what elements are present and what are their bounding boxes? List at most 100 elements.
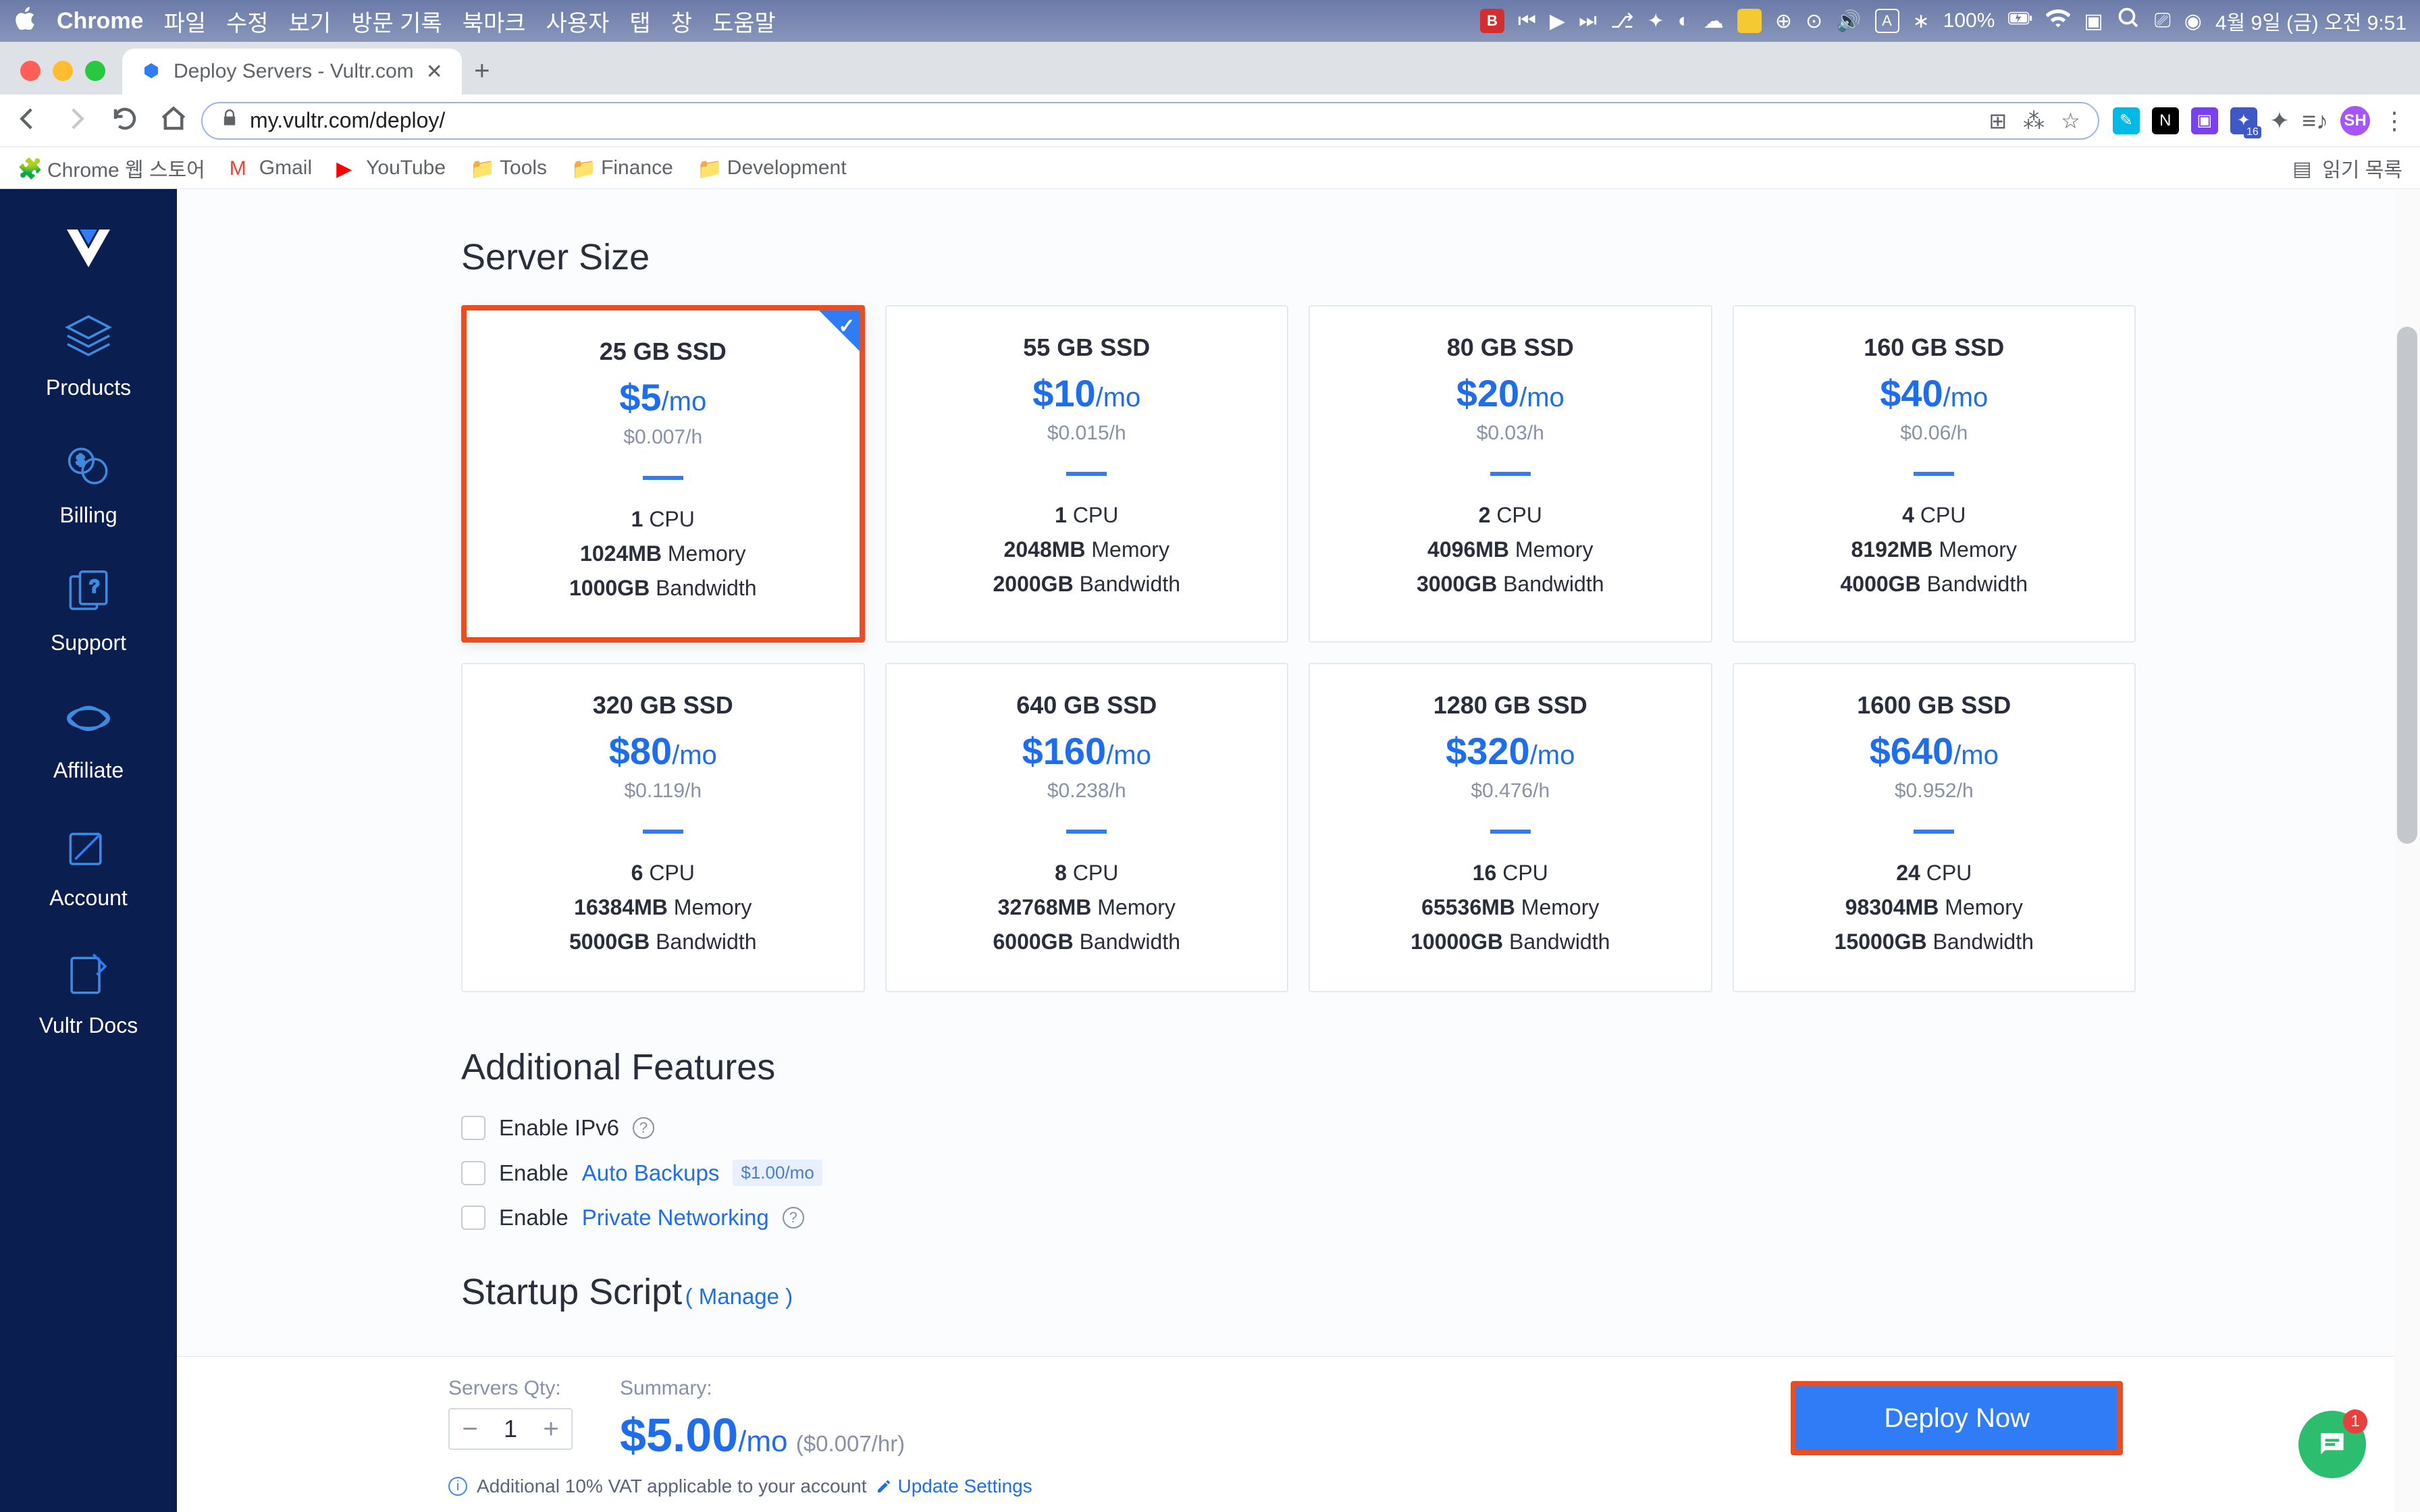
clock[interactable]: 4월 9일 (금) 오전 9:51	[2215, 6, 2406, 36]
qty-increment-button[interactable]: +	[531, 1415, 571, 1442]
vertical-scrollbar[interactable]	[2394, 189, 2420, 1512]
wifi-icon[interactable]	[2046, 6, 2070, 36]
bookmark-webstore[interactable]: 🧩Chrome 웹 스토어	[18, 153, 205, 183]
private-networking-link[interactable]: Private Networking	[582, 1205, 769, 1231]
qty-decrement-button[interactable]: −	[450, 1415, 490, 1442]
update-settings-link[interactable]: Update Settings	[876, 1476, 1032, 1497]
plan-card-1[interactable]: 55 GB SSD$10/mo$0.015/h1 CPU2048MB Memor…	[885, 305, 1289, 643]
status-icon-5[interactable]: ⊙	[1806, 9, 1822, 33]
lock-icon[interactable]	[220, 108, 239, 133]
volume-icon[interactable]: 🔊	[1836, 9, 1861, 33]
maximize-window-button[interactable]	[85, 61, 105, 81]
bookmark-star-icon[interactable]: ☆	[2061, 108, 2080, 134]
cloud-icon[interactable]: ☁	[1704, 9, 1724, 33]
address-bar[interactable]: my.vultr.com/deploy/ ⊞ ⁂ ☆	[201, 102, 2099, 140]
home-button[interactable]	[159, 105, 188, 136]
back-button[interactable]	[14, 105, 42, 136]
apple-icon[interactable]	[14, 7, 36, 36]
bluetooth-icon[interactable]: ∗	[1913, 9, 1930, 33]
plan-card-7[interactable]: 1600 GB SSD$640/mo$0.952/h24 CPU98304MB …	[1733, 663, 2136, 992]
menu-people[interactable]: 사용자	[546, 5, 610, 38]
docs-icon	[57, 948, 120, 1002]
new-tab-button[interactable]: +	[462, 56, 502, 94]
auto-backups-link[interactable]: Auto Backups	[582, 1160, 720, 1186]
battery-icon[interactable]	[2008, 6, 2032, 36]
sidebar-item-support[interactable]: ? Support	[51, 566, 126, 655]
sidebar-item-products[interactable]: Products	[46, 310, 131, 400]
play-icon[interactable]: ▶	[1550, 9, 1565, 33]
bookmark-folder-dev[interactable]: 📁Development	[698, 157, 847, 180]
status-icon-1[interactable]: ✦	[1648, 9, 1664, 33]
status-icon-4[interactable]: ⊕	[1775, 9, 1792, 33]
playlist-ext-icon[interactable]: ≡♪	[2302, 107, 2328, 135]
bookmark-folder-finance[interactable]: 📁Finance	[571, 157, 673, 180]
browser-tab-active[interactable]: Deploy Servers - Vultr.com ✕	[122, 49, 462, 94]
status-app-icon[interactable]: B	[1480, 9, 1504, 33]
plan-card-2[interactable]: 80 GB SSD$20/mo$0.03/h2 CPU4096MB Memory…	[1309, 305, 1712, 643]
sidebar-item-docs[interactable]: Vultr Docs	[39, 948, 138, 1038]
bookmark-gmail[interactable]: MGmail	[230, 157, 312, 180]
ext-icon-2[interactable]: N	[2152, 107, 2179, 134]
help-icon[interactable]: ?	[783, 1207, 804, 1228]
reload-button[interactable]	[111, 105, 139, 136]
plan-card-5[interactable]: 640 GB SSD$160/mo$0.238/h8 CPU32768MB Me…	[885, 663, 1289, 992]
close-tab-icon[interactable]: ✕	[426, 60, 443, 84]
chat-fab[interactable]: 1	[2298, 1411, 2366, 1478]
menu-edit[interactable]: 수정	[226, 5, 269, 38]
bookmark-youtube[interactable]: ▶YouTube	[336, 157, 446, 180]
status-icon-2[interactable]: ◐	[1678, 9, 1690, 32]
menu-file[interactable]: 파일	[163, 5, 206, 38]
next-track-icon[interactable]: ⏭	[1579, 9, 1597, 32]
menu-view[interactable]: 보기	[289, 5, 332, 38]
extensions-icon[interactable]: ✦	[2269, 107, 2290, 135]
ext-icon-4[interactable]: ✦16	[2230, 107, 2257, 134]
status-icon-3[interactable]	[1737, 9, 1762, 33]
playlist-icon[interactable]: ⎇	[1610, 9, 1634, 33]
ext-icon-3[interactable]: ▣	[2191, 107, 2218, 134]
search-icon[interactable]	[2117, 6, 2141, 36]
info-icon: i	[448, 1477, 467, 1496]
sidebar-item-account[interactable]: Account	[49, 821, 128, 911]
checkbox-backups[interactable]	[461, 1161, 485, 1185]
checkbox-ipv6[interactable]	[461, 1116, 485, 1140]
bookmark-folder-tools[interactable]: 📁Tools	[470, 157, 547, 180]
profile-avatar[interactable]: SH	[2340, 106, 2370, 136]
reading-list-button[interactable]: ▤읽기 목록	[2292, 153, 2402, 183]
divider	[1066, 472, 1107, 476]
chat-badge: 1	[2343, 1409, 2367, 1434]
minimize-window-button[interactable]	[53, 61, 73, 81]
control-center-icon[interactable]: ⎚	[2155, 9, 2171, 32]
translate-icon[interactable]: ⁂	[2023, 108, 2045, 134]
plan-card-6[interactable]: 1280 GB SSD$320/mo$0.476/h16 CPU65536MB …	[1309, 663, 1712, 992]
plan-bandwidth: 15000GB Bandwidth	[1747, 929, 2122, 954]
sidebar-item-billing[interactable]: $ Billing	[57, 438, 120, 528]
plan-card-4[interactable]: 320 GB SSD$80/mo$0.119/h6 CPU16384MB Mem…	[461, 663, 865, 992]
plan-card-0[interactable]: 25 GB SSD$5/mo$0.007/h1 CPU1024MB Memory…	[461, 305, 865, 643]
plan-hourly: $0.06/h	[1747, 422, 2122, 445]
qr-icon[interactable]: ⊞	[1989, 108, 2007, 134]
siri-icon[interactable]: ◉	[2184, 9, 2202, 33]
screen-icon[interactable]: ▣	[2084, 9, 2103, 33]
menu-help[interactable]: 도움말	[712, 5, 776, 38]
app-name[interactable]: Chrome	[57, 8, 143, 34]
deploy-now-button[interactable]: Deploy Now	[1791, 1381, 2123, 1455]
menu-history[interactable]: 방문 기록	[351, 5, 442, 38]
chrome-menu-icon[interactable]: ⋮	[2382, 107, 2406, 135]
qty-value: 1	[490, 1415, 531, 1443]
menu-window[interactable]: 창	[671, 5, 692, 38]
ext-icon-1[interactable]: ✎	[2113, 107, 2140, 134]
prev-track-icon[interactable]: ⏮	[1518, 9, 1536, 32]
macos-menubar: Chrome 파일 수정 보기 방문 기록 북마크 사용자 탭 창 도움말 B …	[0, 0, 2420, 42]
plan-memory: 16384MB Memory	[476, 895, 850, 920]
sidebar-item-affiliate[interactable]: Affiliate	[53, 693, 124, 783]
manage-startup-link[interactable]: ( Manage )	[685, 1284, 793, 1309]
close-window-button[interactable]	[20, 61, 41, 81]
plan-card-3[interactable]: 160 GB SSD$40/mo$0.06/h4 CPU8192MB Memor…	[1733, 305, 2136, 643]
menu-bookmarks[interactable]: 북마크	[463, 5, 526, 38]
vultr-logo[interactable]	[61, 219, 115, 273]
checkbox-privnet[interactable]	[461, 1206, 485, 1230]
input-source-icon[interactable]: A	[1875, 9, 1899, 33]
menu-tab[interactable]: 탭	[629, 5, 650, 38]
help-icon[interactable]: ?	[633, 1117, 654, 1139]
scrollbar-thumb[interactable]	[2397, 327, 2417, 844]
